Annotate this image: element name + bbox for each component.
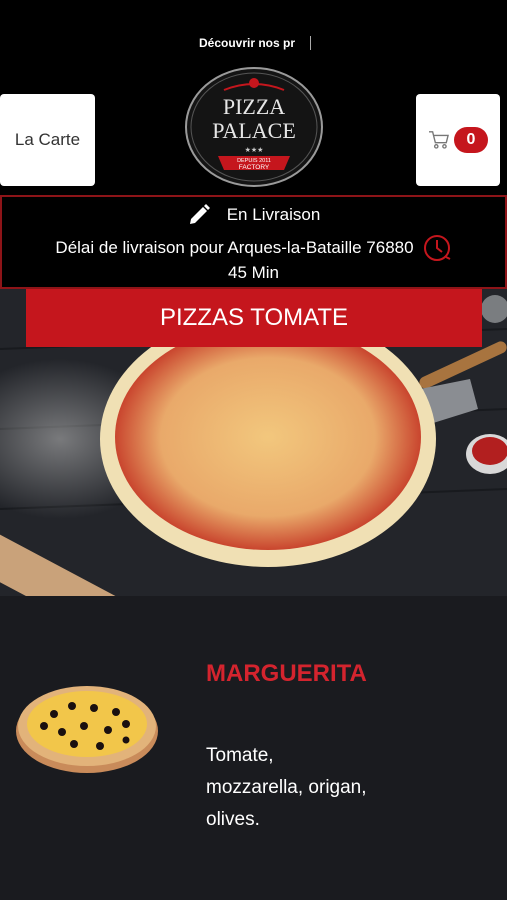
delivery-info[interactable]: En Livraison Délai de livraison pour Arq… (0, 195, 507, 289)
logo-line1: PIZZA (223, 94, 285, 119)
pencil-icon[interactable] (187, 203, 211, 227)
product-description-line: mozzarella, origan, (206, 777, 367, 798)
product-image (16, 686, 158, 773)
product-item[interactable]: MARGUERITA Tomate, mozzarella, origan, o… (0, 596, 507, 900)
cart-count-badge: 0 (454, 127, 488, 153)
logo-stars: ★★★ (245, 146, 264, 154)
menu-button-label: La Carte (14, 130, 81, 149)
category-title-banner[interactable]: PIZZAS TOMATE (26, 289, 482, 347)
cart-icon (429, 131, 449, 149)
logo-tagline: FACTORY (239, 164, 270, 171)
delivery-delay-text: Délai de livraison pour Arques-la-Batail… (55, 238, 414, 257)
clock-icon (423, 235, 451, 261)
category-title: PIZZAS TOMATE (159, 304, 349, 331)
logo[interactable]: PIZZA PALACE ★★★ DEPUIS 2011 FACTORY (184, 66, 324, 188)
cart-button[interactable]: 0 (416, 94, 500, 186)
logo-line2: PALACE (212, 118, 296, 143)
ticker-text: Découvrir nos pr (199, 36, 311, 50)
product-description-line: olives. (206, 809, 260, 830)
menu-button[interactable]: La Carte (0, 94, 95, 186)
delivery-mode: En Livraison (226, 205, 321, 224)
product-name[interactable]: MARGUERITA (206, 660, 367, 688)
product-description: Tomate, mozzarella, origan, olives. (206, 740, 406, 836)
pizza-palace-logo: PIZZA PALACE ★★★ DEPUIS 2011 FACTORY (185, 67, 323, 187)
delivery-duration: 45 Min (227, 263, 280, 282)
product-description-line: Tomate, (206, 745, 274, 766)
